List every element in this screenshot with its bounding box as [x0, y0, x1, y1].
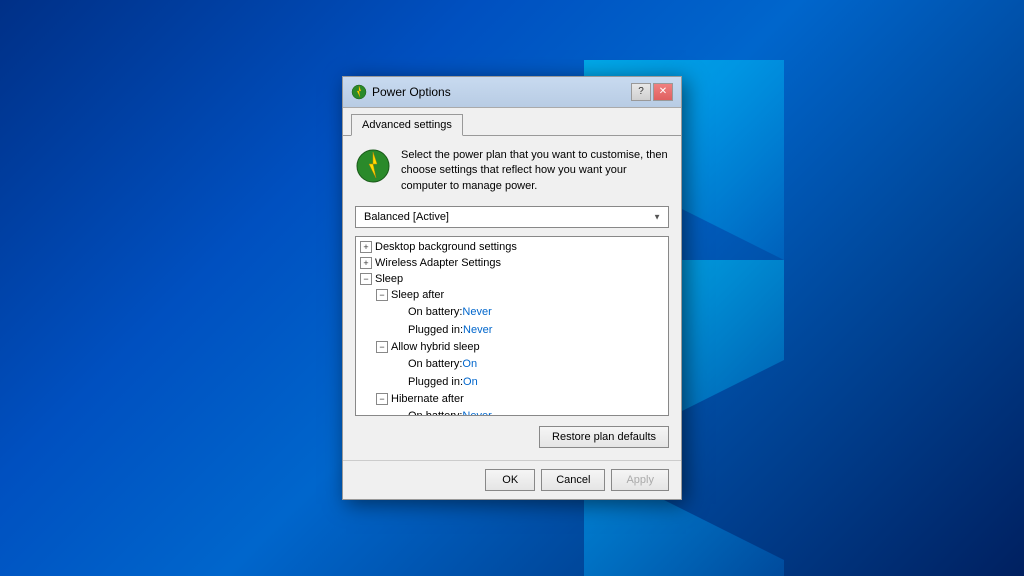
list-item: On battery: On: [356, 355, 668, 373]
restore-plan-defaults-button[interactable]: Restore plan defaults: [539, 426, 669, 448]
help-button[interactable]: ?: [631, 83, 651, 101]
expand-hibernate-icon[interactable]: −: [376, 393, 388, 405]
expand-sleep-icon[interactable]: −: [360, 273, 372, 285]
list-item: − Allow hybrid sleep: [356, 339, 668, 355]
restore-section: Restore plan defaults: [355, 426, 669, 448]
dialog-overlay: Power Options ? ✕ Advanced settings: [0, 0, 1024, 576]
expand-hybrid-sleep-icon[interactable]: −: [376, 341, 388, 353]
power-icon-large: [355, 148, 391, 184]
hybrid-battery-value[interactable]: On: [462, 358, 477, 370]
hibernate-battery-label: On battery:: [408, 410, 462, 416]
spacer-icon: [392, 375, 406, 389]
settings-tree-inner: + Desktop background settings + Wireless…: [356, 237, 668, 416]
list-item: − Hibernate after: [356, 391, 668, 407]
close-button[interactable]: ✕: [653, 83, 673, 101]
spacer-icon: [392, 357, 406, 371]
power-options-icon: [351, 84, 367, 100]
spacer-icon: [392, 305, 406, 319]
expand-wireless-icon[interactable]: +: [360, 257, 372, 269]
ok-button[interactable]: OK: [485, 469, 535, 491]
sleep-plugged-value[interactable]: Never: [463, 324, 492, 336]
spacer-icon: [392, 323, 406, 337]
expand-desktop-bg-icon[interactable]: +: [360, 241, 372, 253]
wireless-adapter-label: Wireless Adapter Settings: [375, 257, 501, 269]
sleep-label: Sleep: [375, 273, 403, 285]
plan-dropdown-wrapper: Balanced [Active] Power saver High perfo…: [355, 206, 669, 228]
dialog-content: Select the power plan that you want to c…: [343, 136, 681, 460]
dialog-footer: OK Cancel Apply: [343, 460, 681, 499]
hybrid-battery-label: On battery:: [408, 358, 462, 370]
desktop: Power Options ? ✕ Advanced settings: [0, 0, 1024, 576]
sleep-after-label: Sleep after: [391, 289, 444, 301]
titlebar-left: Power Options: [351, 84, 451, 100]
cancel-button[interactable]: Cancel: [541, 469, 605, 491]
tab-advanced-settings[interactable]: Advanced settings: [351, 114, 463, 136]
spacer-icon: [392, 409, 406, 416]
list-item: − Sleep: [356, 271, 668, 287]
sleep-battery-value[interactable]: Never: [462, 306, 491, 318]
dialog-titlebar: Power Options ? ✕: [343, 77, 681, 108]
plan-dropdown[interactable]: Balanced [Active] Power saver High perfo…: [355, 206, 669, 228]
hybrid-plugged-label: Plugged in:: [408, 376, 463, 388]
list-item: Plugged in: Never: [356, 321, 668, 339]
list-item: + Wireless Adapter Settings: [356, 255, 668, 271]
desktop-bg-label: Desktop background settings: [375, 241, 517, 253]
intro-text: Select the power plan that you want to c…: [401, 148, 669, 194]
hibernate-battery-value[interactable]: Never: [462, 410, 491, 416]
intro-section: Select the power plan that you want to c…: [355, 148, 669, 194]
hybrid-sleep-label: Allow hybrid sleep: [391, 341, 480, 353]
sleep-battery-label: On battery:: [408, 306, 462, 318]
expand-sleep-after-icon[interactable]: −: [376, 289, 388, 301]
list-item: On battery: Never: [356, 407, 668, 416]
settings-tree[interactable]: + Desktop background settings + Wireless…: [355, 236, 669, 416]
hibernate-label: Hibernate after: [391, 393, 464, 405]
list-item: Plugged in: On: [356, 373, 668, 391]
hybrid-plugged-value[interactable]: On: [463, 376, 478, 388]
sleep-plugged-label: Plugged in:: [408, 324, 463, 336]
apply-button[interactable]: Apply: [611, 469, 669, 491]
dialog-title: Power Options: [372, 85, 451, 99]
tab-bar: Advanced settings: [343, 108, 681, 136]
list-item: On battery: Never: [356, 303, 668, 321]
list-item: + Desktop background settings: [356, 239, 668, 255]
list-item: − Sleep after: [356, 287, 668, 303]
titlebar-buttons: ? ✕: [631, 83, 673, 101]
power-options-dialog: Power Options ? ✕ Advanced settings: [342, 76, 682, 500]
dropdown-section: Balanced [Active] Power saver High perfo…: [355, 206, 669, 228]
